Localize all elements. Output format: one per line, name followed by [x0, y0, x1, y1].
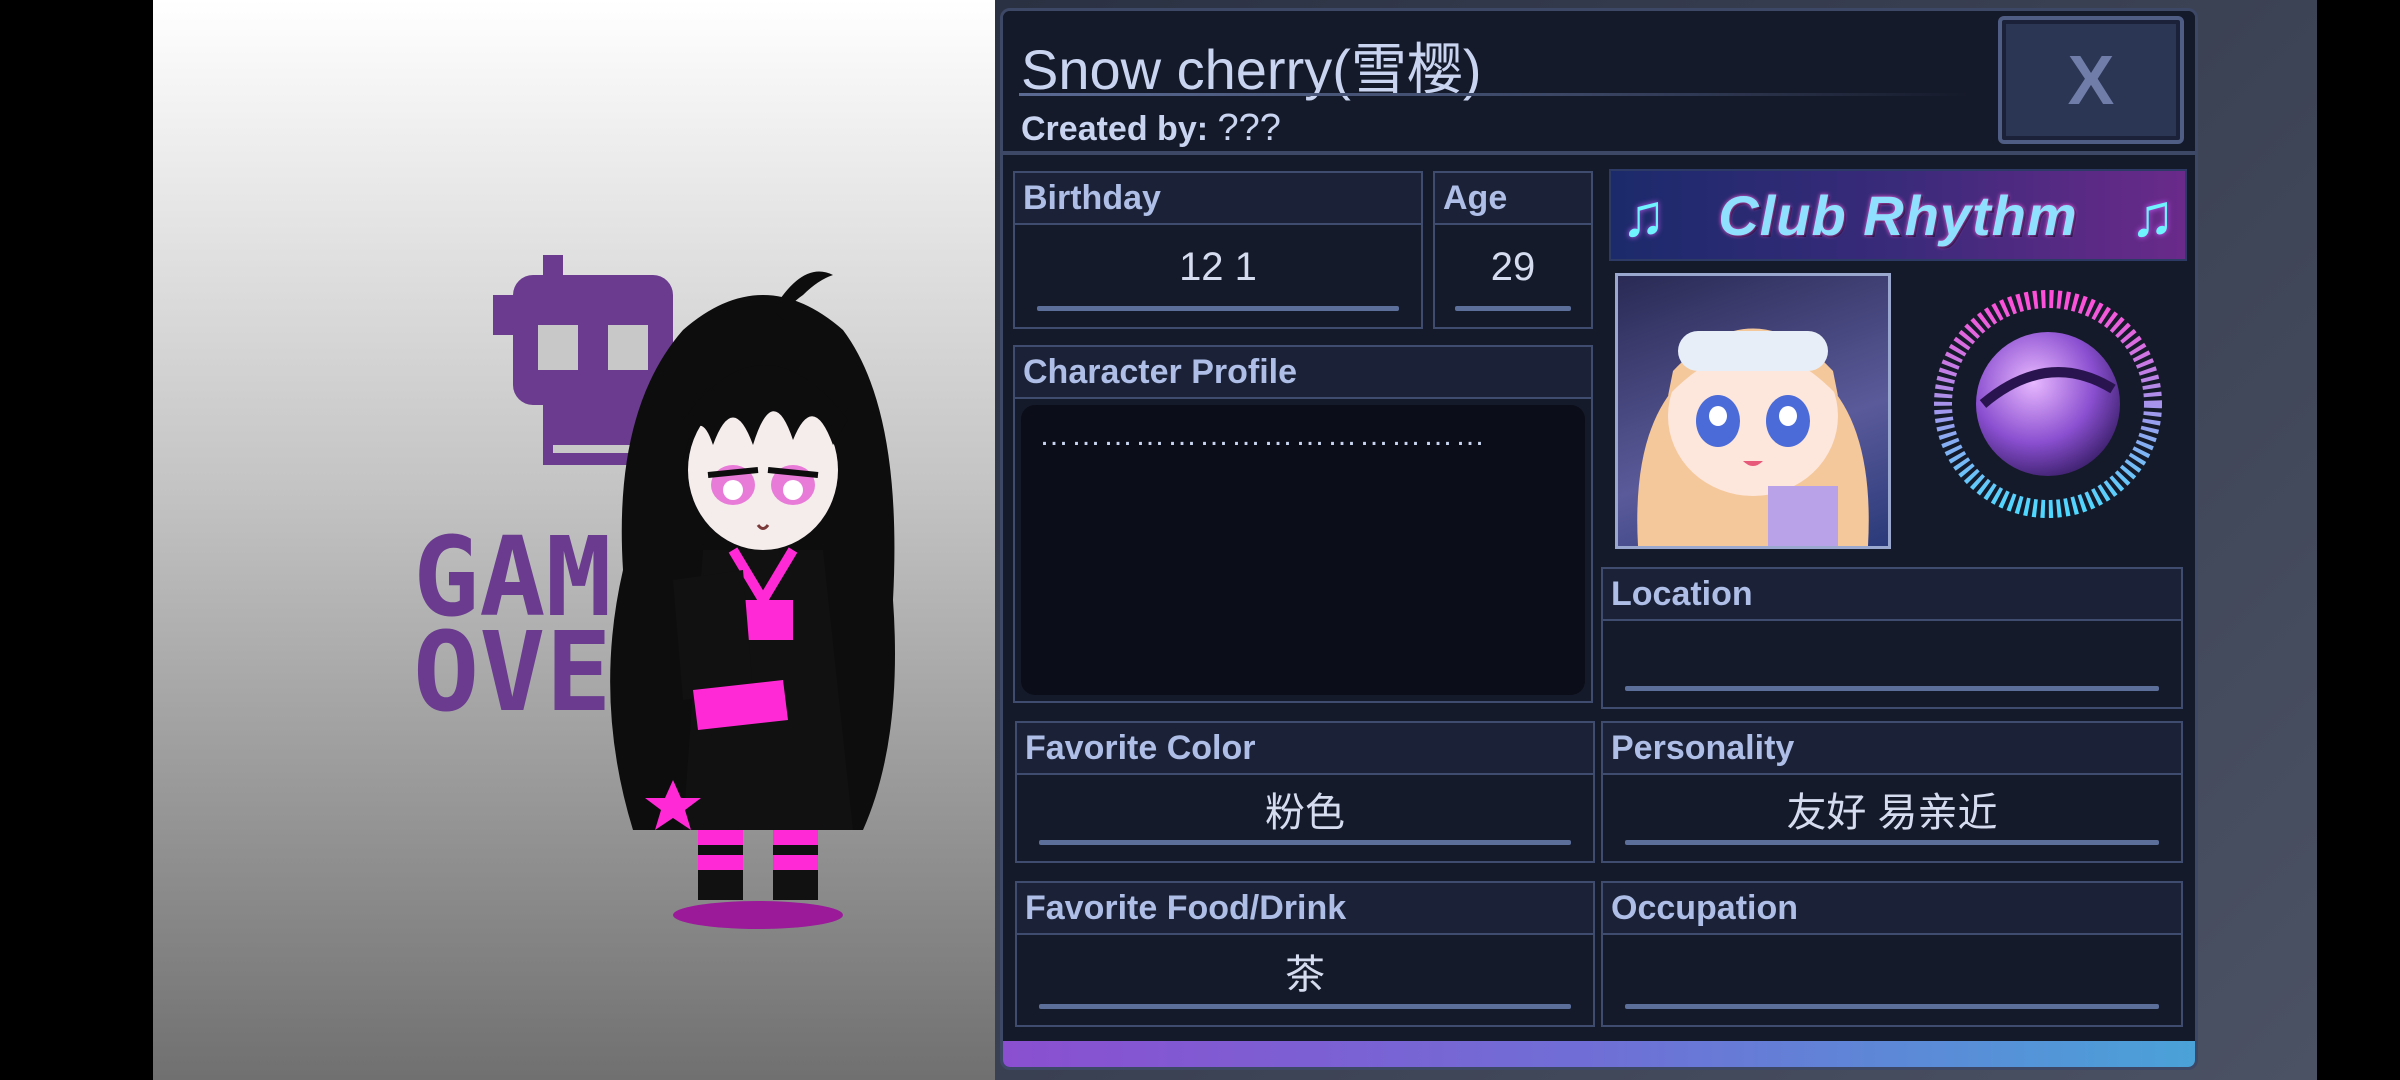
profile-panel: Snow cherry(雪樱) Created by: ??? X Birthd…	[1000, 8, 2198, 1070]
header-divider	[1019, 93, 1969, 96]
panel-bottom-bar	[1003, 1041, 2195, 1067]
character-stage: GAM OVE	[153, 0, 995, 1080]
favorite-food-value: 茶	[1285, 953, 1325, 997]
character-profile-label: Character Profile	[1015, 347, 1591, 399]
favorite-color-underline	[1039, 840, 1571, 845]
favorite-food-field[interactable]: Favorite Food/Drink 茶	[1015, 881, 1595, 1027]
created-by: Created by: ???	[1021, 107, 1281, 150]
club-emblem-icon	[1934, 290, 2162, 518]
portrait-art	[1637, 328, 1869, 546]
close-icon: X	[2067, 41, 2115, 119]
birthday-underline	[1037, 306, 1399, 311]
personality-label: Personality	[1603, 723, 2181, 775]
personality-value: 友好 易亲近	[1786, 791, 1998, 835]
character-profile-text[interactable]: ……………………………………	[1021, 405, 1585, 695]
favorite-color-label: Favorite Color	[1017, 723, 1593, 775]
location-field[interactable]: Location	[1601, 567, 2183, 709]
personality-field[interactable]: Personality 友好 易亲近	[1601, 721, 2183, 863]
age-field[interactable]: Age 29	[1433, 171, 1593, 329]
favorite-food-label: Favorite Food/Drink	[1017, 883, 1593, 935]
favorite-food-underline	[1039, 1004, 1571, 1009]
profile-header: Snow cherry(雪樱) Created by: ??? X	[1003, 11, 2195, 155]
birthday-value: 12 1	[1179, 244, 1257, 289]
club-rhythm-banner: ♫ Club Rhythm ♫	[1609, 169, 2187, 261]
close-button[interactable]: X	[1998, 16, 2184, 144]
character-profile-field[interactable]: Character Profile ……………………………………	[1013, 345, 1593, 703]
age-underline	[1455, 306, 1571, 311]
age-label: Age	[1435, 173, 1591, 225]
birthday-field[interactable]: Birthday 12 1	[1013, 171, 1423, 329]
created-by-label: Created by:	[1021, 110, 1209, 148]
created-by-value: ???	[1217, 107, 1281, 149]
favorite-color-field[interactable]: Favorite Color 粉色	[1015, 721, 1595, 863]
occupation-field[interactable]: Occupation	[1601, 881, 2183, 1027]
birthday-label: Birthday	[1015, 173, 1421, 225]
location-value	[1603, 621, 2181, 689]
character-avatar[interactable]	[573, 270, 953, 940]
personality-underline	[1625, 840, 2159, 845]
music-note-icon: ♫	[2130, 182, 2175, 249]
occupation-value	[1603, 935, 2181, 1007]
banner-title: Club Rhythm	[1718, 183, 2078, 247]
favorite-color-value: 粉色	[1265, 791, 1345, 835]
portrait-image[interactable]	[1615, 273, 1891, 549]
occupation-label: Occupation	[1603, 883, 2181, 935]
screen-edge	[2317, 0, 2400, 1080]
location-label: Location	[1603, 569, 2181, 621]
occupation-underline	[1625, 1004, 2159, 1009]
location-underline	[1625, 686, 2159, 691]
age-value: 29	[1490, 244, 1536, 289]
